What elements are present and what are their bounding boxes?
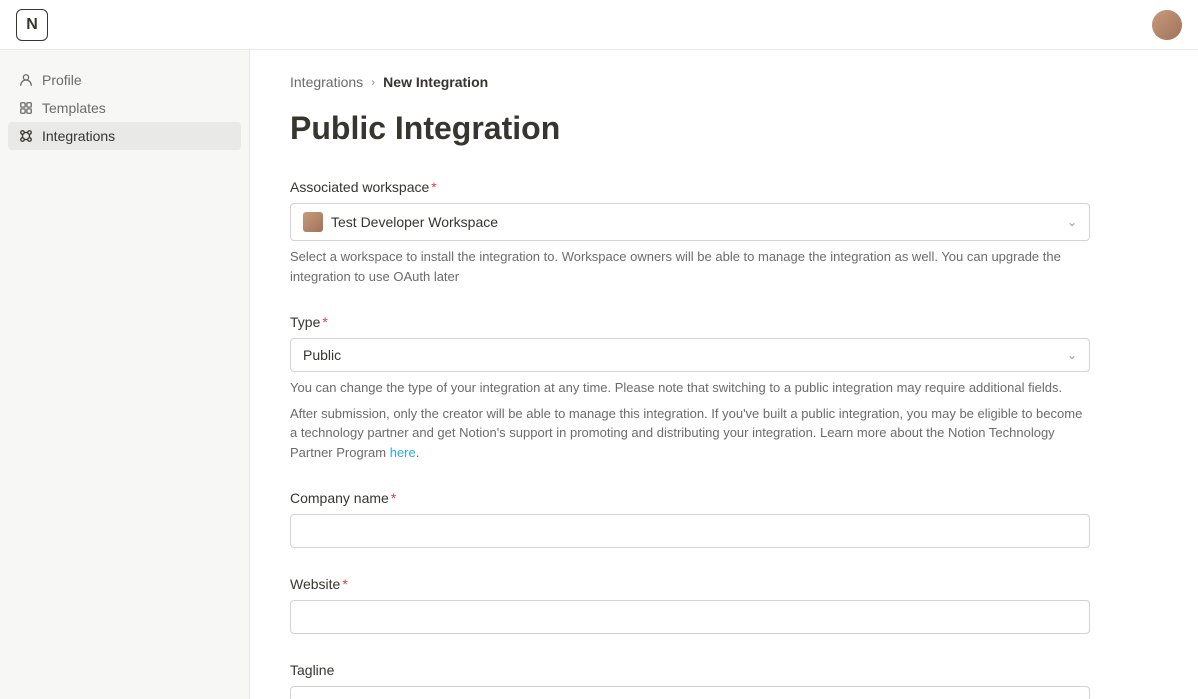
layout: Profile Templates [0,50,1198,699]
website-input[interactable] [290,600,1090,634]
sidebar-item-profile[interactable]: Profile [8,66,241,94]
website-label: Website * [290,576,1090,592]
company-name-label: Company name * [290,490,1090,506]
workspace-select[interactable]: Test Developer Workspace ⌄ [290,203,1090,241]
sidebar-item-integrations[interactable]: Integrations [8,122,241,150]
breadcrumb-separator: › [371,75,375,89]
integration-icon [18,128,34,144]
partner-program-link[interactable]: here [390,445,416,460]
required-star-type: * [322,314,327,330]
main-content: Integrations › New Integration Public In… [250,50,1198,699]
required-star-workspace: * [431,179,436,195]
user-avatar[interactable] [1152,10,1182,40]
associated-workspace-section: Associated workspace * Test Developer Wo… [290,179,1090,286]
type-hint1: You can change the type of your integrat… [290,378,1090,398]
workspace-value: Test Developer Workspace [331,214,498,230]
notion-logo[interactable]: N [16,9,48,41]
type-value: Public [303,347,341,363]
sidebar: Profile Templates [0,50,250,699]
chevron-down-icon-type: ⌄ [1067,348,1077,362]
topbar: N [0,0,1198,50]
type-hint2: After submission, only the creator will … [290,404,1090,463]
workspace-icon [303,212,323,232]
chevron-down-icon: ⌄ [1067,215,1077,229]
workspace-hint: Select a workspace to install the integr… [290,247,1090,286]
type-select-inner: Public [303,347,341,363]
tagline-input[interactable] [290,686,1090,699]
sidebar-label-integrations: Integrations [42,128,115,144]
tagline-section: Tagline [290,662,1090,699]
required-star-website: * [342,576,347,592]
tagline-label: Tagline [290,662,1090,678]
person-icon [18,72,34,88]
associated-workspace-label: Associated workspace * [290,179,1090,195]
breadcrumb-parent[interactable]: Integrations [290,74,363,90]
breadcrumb-current: New Integration [383,74,488,90]
website-section: Website * [290,576,1090,634]
type-label: Type * [290,314,1090,330]
sidebar-label-templates: Templates [42,100,106,116]
sidebar-label-profile: Profile [42,72,82,88]
company-name-input[interactable] [290,514,1090,548]
required-star-company: * [391,490,396,506]
company-name-section: Company name * [290,490,1090,548]
type-select[interactable]: Public ⌄ [290,338,1090,372]
avatar-image [1152,10,1182,40]
workspace-select-inner: Test Developer Workspace [303,212,498,232]
page-title: Public Integration [290,110,1158,147]
template-icon [18,100,34,116]
type-section: Type * Public ⌄ You can change the type … [290,314,1090,462]
sidebar-item-templates[interactable]: Templates [8,94,241,122]
breadcrumb: Integrations › New Integration [290,74,1158,90]
